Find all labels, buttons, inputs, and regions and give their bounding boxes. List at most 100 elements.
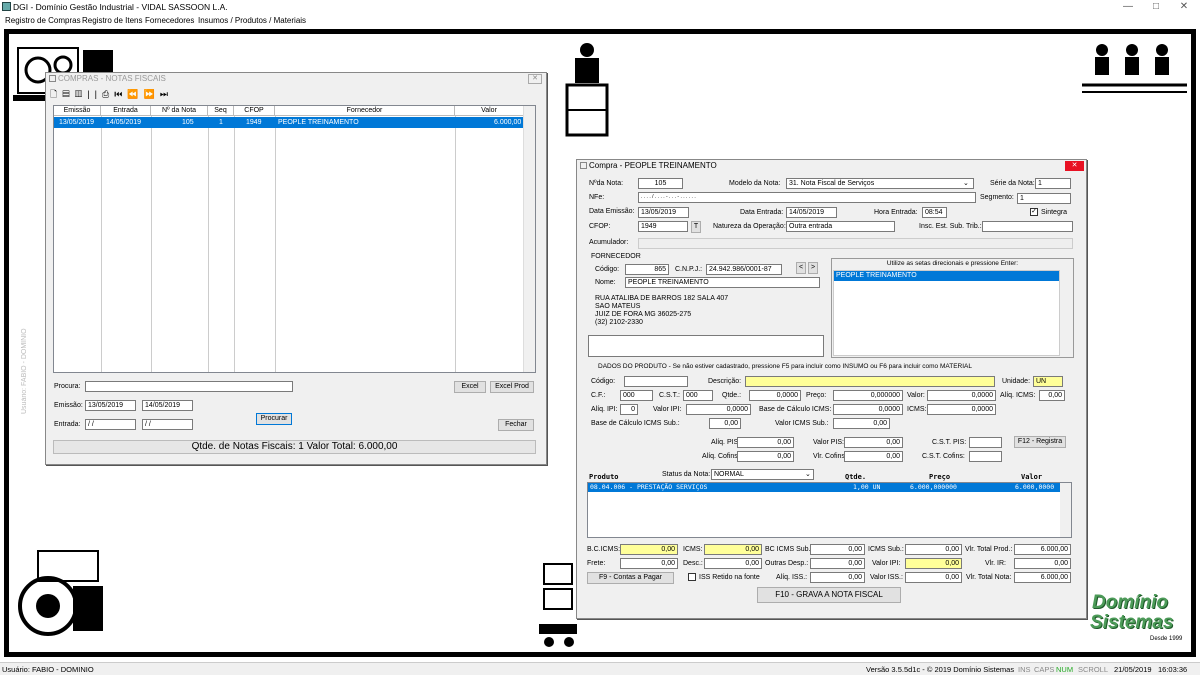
grid-scrollbar[interactable]: [523, 106, 535, 372]
next-fornecedor-button[interactable]: >: [808, 262, 818, 274]
emissao-to-input[interactable]: 14/05/2019: [142, 400, 193, 411]
entrada-input[interactable]: 14/05/2019: [786, 207, 837, 218]
notas-grid[interactable]: Emissão Entrada Nº da Nota Seq CFOP Forn…: [53, 105, 536, 373]
segmento-input[interactable]: 1: [1017, 193, 1071, 204]
nome-input[interactable]: PEOPLE TREINAMENTO: [625, 277, 820, 288]
vlr-cofins-input[interactable]: 0,00: [844, 451, 903, 462]
t-aliq-iss[interactable]: 0,00: [810, 572, 865, 583]
itens-grid[interactable]: 08.04.006 - PRESTAÇÃO SERVIÇOS 1,00 UN 6…: [587, 482, 1072, 538]
entrada-from-input[interactable]: / /: [85, 419, 136, 430]
close-icon[interactable]: ✕: [1174, 1, 1194, 13]
modelo-select[interactable]: 31. Nota Fiscal de Serviços: [786, 178, 974, 189]
minimize-icon[interactable]: —: [1118, 1, 1138, 13]
table-row[interactable]: 08.04.006 - PRESTAÇÃO SERVIÇOS 1,00 UN 6…: [588, 483, 1060, 492]
insc-input[interactable]: [982, 221, 1073, 232]
col-seq[interactable]: Seq: [208, 106, 234, 116]
valor-icms-sub-input[interactable]: 0,00: [833, 418, 890, 429]
t-bc-icms-sub[interactable]: 0,00: [810, 544, 865, 555]
fornecedor-list[interactable]: PEOPLE TREINAMENTO: [833, 270, 1060, 356]
serie-input[interactable]: 1: [1035, 178, 1071, 189]
save-icon[interactable]: ▤: [62, 89, 75, 99]
col-valor[interactable]: Valor: [455, 106, 524, 116]
base-icms-input[interactable]: 0,0000: [833, 404, 903, 415]
natureza-input[interactable]: Outra entrada: [786, 221, 895, 232]
menu-registro-itens[interactable]: Registro de Itens: [82, 16, 142, 25]
first-icon[interactable]: ⏮: [114, 89, 127, 99]
t-icms[interactable]: 0,00: [704, 544, 762, 555]
t-bc-icms[interactable]: 0,00: [620, 544, 678, 555]
icms-input[interactable]: 0,0000: [927, 404, 996, 415]
delete-icon[interactable]: ▥: [75, 89, 88, 99]
status-select[interactable]: NORMAL: [711, 469, 814, 480]
cfop-input[interactable]: 1949: [638, 221, 688, 232]
preco-input[interactable]: 0,000000: [833, 390, 903, 401]
col-nota[interactable]: Nº da Nota: [151, 106, 208, 116]
fechar-button[interactable]: Fechar: [498, 419, 534, 431]
unidade-input[interactable]: UN: [1033, 376, 1063, 387]
emissao-from-input[interactable]: 13/05/2019: [85, 400, 136, 411]
last-icon[interactable]: ⏭: [160, 89, 173, 99]
t-valor-iss[interactable]: 0,00: [905, 572, 962, 583]
col-cfop[interactable]: CFOP: [234, 106, 275, 116]
hora-input[interactable]: 08:54: [922, 207, 947, 218]
f9-contas-pagar-button[interactable]: F9 - Contas a Pagar: [587, 572, 674, 584]
print-icon[interactable]: ⎙: [102, 89, 114, 99]
cst-pis-input[interactable]: [969, 437, 1002, 448]
procura-input[interactable]: [85, 381, 293, 392]
t-button[interactable]: T: [691, 221, 701, 233]
cf-input[interactable]: 000: [620, 390, 653, 401]
obs-textarea[interactable]: [588, 335, 824, 357]
items-scrollbar[interactable]: [1060, 483, 1071, 537]
aliq-pis-input[interactable]: 0,00: [737, 437, 794, 448]
t-vlr-ir[interactable]: 0,00: [1014, 558, 1071, 569]
menu-insumos[interactable]: Insumos / Produtos / Materiais: [198, 16, 306, 25]
f10-grava-button[interactable]: F10 - GRAVA A NOTA FISCAL: [757, 587, 901, 603]
col-emissao[interactable]: Emissão: [54, 106, 101, 116]
cst-input[interactable]: 000: [683, 390, 713, 401]
p-desc-input[interactable]: [745, 376, 995, 387]
emissao-input[interactable]: 13/05/2019: [638, 207, 689, 218]
procurar-button[interactable]: Procurar: [256, 413, 292, 425]
valor-input[interactable]: 0,0000: [927, 390, 996, 401]
aliq-cofins-input[interactable]: 0,00: [737, 451, 794, 462]
p-codigo-input[interactable]: [624, 376, 688, 387]
valor-ipi-input[interactable]: 0,0000: [686, 404, 751, 415]
close-icon[interactable]: ✕: [1065, 161, 1084, 171]
codigo-input[interactable]: 865: [625, 264, 669, 275]
t-desc[interactable]: 0,00: [704, 558, 762, 569]
next-icon[interactable]: ⏩: [144, 89, 160, 99]
excel-prod-button[interactable]: Excel Prod: [490, 381, 534, 393]
prev-icon[interactable]: ⏪: [127, 89, 143, 99]
aliq-icms-input[interactable]: 0,00: [1039, 390, 1065, 401]
t-outras[interactable]: 0,00: [810, 558, 865, 569]
menu-registro-compras[interactable]: Registro de Compras: [5, 16, 81, 25]
cst-cofins-input[interactable]: [969, 451, 1002, 462]
sintegra-checkbox[interactable]: ✓: [1030, 208, 1038, 216]
entrada-to-input[interactable]: / /: [142, 419, 193, 430]
nfe-input[interactable]: . . . . / . . . . - . . . - . . . . . .: [638, 192, 976, 203]
cnpj-input[interactable]: 24.942.986/0001-87: [706, 264, 782, 275]
excel-button[interactable]: Excel: [454, 381, 486, 393]
t-frete[interactable]: 0,00: [620, 558, 678, 569]
maximize-icon[interactable]: □: [1146, 1, 1166, 13]
menu-fornecedores[interactable]: Fornecedores: [145, 16, 194, 25]
close-icon[interactable]: ✕: [528, 74, 542, 84]
acumulador-select[interactable]: [638, 238, 1073, 249]
t-vlr-total-nota[interactable]: 6.000,00: [1014, 572, 1071, 583]
aliq-ipi-input[interactable]: 0: [620, 404, 638, 415]
iss-retido-checkbox[interactable]: [688, 573, 696, 581]
col-entrada[interactable]: Entrada: [101, 106, 151, 116]
nota-input[interactable]: 105: [638, 178, 683, 189]
qtde-input[interactable]: 0,0000: [749, 390, 801, 401]
prev-fornecedor-button[interactable]: <: [796, 262, 806, 274]
base-icms-sub-input[interactable]: 0,00: [709, 418, 741, 429]
list-item[interactable]: PEOPLE TREINAMENTO: [834, 271, 1059, 281]
t-valor-ipi[interactable]: 0,00: [905, 558, 962, 569]
valor-pis-input[interactable]: 0,00: [844, 437, 903, 448]
t-vlr-total-prod[interactable]: 6.000,00: [1014, 544, 1071, 555]
t-icms-sub[interactable]: 0,00: [905, 544, 962, 555]
table-row[interactable]: 13/05/2019 14/05/2019 105 1 1949 PEOPLE …: [54, 117, 524, 128]
new-icon[interactable]: 🗋: [50, 89, 62, 99]
col-fornecedor[interactable]: Fornecedor: [275, 106, 455, 116]
f12-registra-button[interactable]: F12 - Registra: [1014, 436, 1066, 448]
